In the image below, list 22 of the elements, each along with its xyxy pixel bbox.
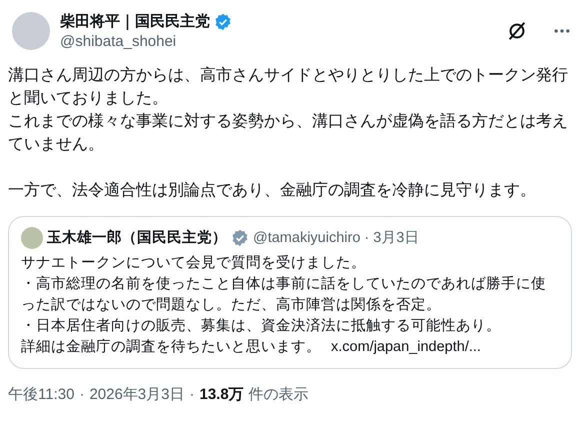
post-date[interactable]: 3月3日 — [373, 228, 420, 248]
author-handle[interactable]: @tamakiyuichiro — [253, 228, 360, 248]
view-count: 13.8万 — [200, 385, 244, 404]
post-time[interactable]: 午後11:30 — [8, 385, 74, 404]
quoted-text: ・高市総理の名前を使ったこと自体は事前に話をしていたのであれば勝手に使った訳ではないので問題なし。ただ、高市陣営は関係を否定。 — [21, 274, 547, 315]
link[interactable]: x.com/japan_indepth/... — [331, 339, 481, 355]
quoted-text: ・日本居住者向けの販売、募集は、資金決済法に抵触する可能性あり。 — [21, 316, 502, 336]
post-text: 一方で、法令適合性は別論点であり、金融庁の調査を冷静に見守ります。 — [8, 180, 537, 201]
author-name[interactable]: 柴田将平｜国民民主党 — [60, 12, 210, 31]
author-handle[interactable]: @shibata_shohei — [60, 33, 496, 50]
slashed-circle-icon[interactable] — [506, 20, 528, 42]
post-text: 溝口さん周辺の方からは、高市さんサイドとやりとりした上でのトークン発行と聞いておりました。 — [8, 66, 569, 109]
post-text: これまでの様々な事業に対する姿勢から、溝口さんが虚偽を語る方だとは考えていません。 — [8, 112, 569, 155]
post-date[interactable]: 2026年3月3日 — [89, 385, 184, 404]
quoted-text: 詳細は金融庁の調査を待ちたいと思います。 x.com/japan_indepth/... — [21, 338, 482, 357]
quoted-text: サナエトークンについて会見で質問を受けました。 — [21, 254, 367, 273]
separator-dot: · — [79, 386, 84, 403]
quoted-post-card[interactable] — [8, 216, 572, 369]
separator-dot: · — [190, 386, 194, 403]
views-label: 件の表示 — [248, 385, 309, 404]
author-name[interactable]: 玉木雄一郎（国民民主党） — [47, 228, 227, 248]
separator-dot: · — [364, 228, 370, 248]
